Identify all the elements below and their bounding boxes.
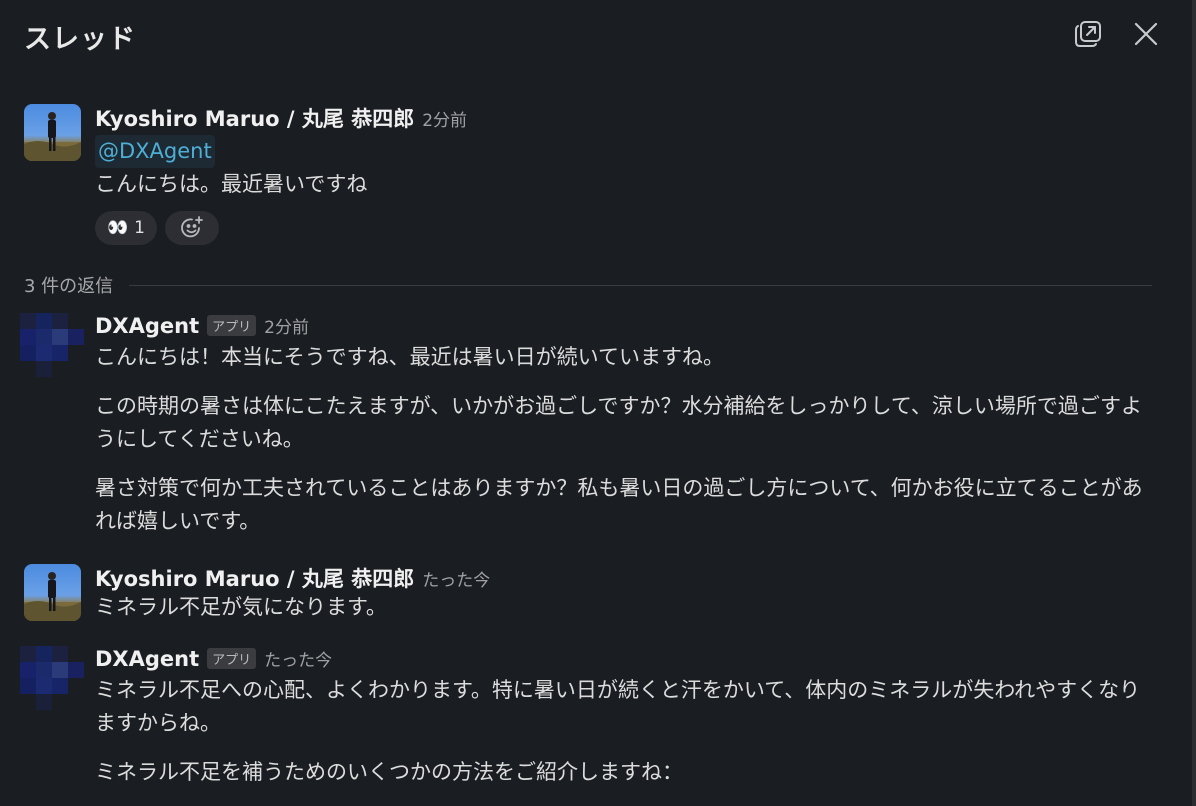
message-content: DXAgent アプリ たった今 ミネラル不足への心配、よくわかります。特に暑い…	[95, 646, 1152, 789]
avatar[interactable]	[24, 564, 81, 621]
mention-link[interactable]: @DXAgent	[95, 135, 215, 168]
eyes-emoji-icon: 👀	[107, 218, 129, 238]
thread-title: スレッド	[24, 24, 136, 55]
message-header: DXAgent アプリ 2分前	[95, 313, 1152, 341]
person-photo-icon	[24, 112, 81, 161]
timestamp[interactable]: 2分前	[422, 106, 467, 131]
timestamp[interactable]: 2分前	[264, 313, 309, 338]
reactions-bar: 👀 1	[95, 211, 1152, 245]
parent-message: Kyoshiro Maruo / 丸尾 恭四郎 2分前 @DXAgent こんに…	[0, 103, 1192, 253]
author-name[interactable]: Kyoshiro Maruo / 丸尾 恭四郎	[95, 103, 414, 133]
close-button[interactable]	[1128, 16, 1164, 52]
message-paragraph: ミネラル不足への心配、よくわかります。特に暑い日が続くと汗をかいて、体内のミネラ…	[95, 678, 1141, 735]
message-content: DXAgent アプリ 2分前 こんにちは！本当にそうですね、最近は暑い日が続い…	[95, 313, 1152, 538]
message-text: こんにちは。最近暑いですね	[95, 172, 368, 196]
message-header: DXAgent アプリ たった今	[95, 646, 1152, 674]
thread-header: スレッド	[0, 0, 1192, 68]
person-photo-icon	[24, 572, 81, 621]
thread-panel: スレッド Kyoshiro Maruo / 丸尾 恭四郎 2分前 @DXAgen…	[0, 0, 1196, 806]
author-name[interactable]: DXAgent	[95, 647, 199, 671]
reaction-eyes[interactable]: 👀 1	[95, 211, 157, 245]
divider-line	[129, 284, 1152, 286]
timestamp[interactable]: たった今	[422, 566, 490, 591]
replies-divider: 3 件の返信	[24, 272, 1152, 298]
pixelated-avatar-icon	[20, 313, 84, 377]
message-content: Kyoshiro Maruo / 丸尾 恭四郎 2分前 @DXAgent こんに…	[95, 103, 1152, 245]
replies-count-label: 3 件の返信	[24, 276, 114, 297]
close-icon	[1134, 22, 1158, 46]
message-text: ミネラル不足が気になります。	[95, 595, 387, 619]
message-paragraph: 暑さ対策で何か工夫されていることはありますか？私も暑い日の過ごし方について、何か…	[95, 476, 1143, 533]
message-paragraph: ミネラル不足を補うためのいくつかの方法をご紹介しますね：	[95, 760, 683, 784]
app-badge: アプリ	[207, 315, 257, 336]
add-emoji-icon	[181, 216, 203, 238]
popout-icon	[1075, 21, 1101, 47]
timestamp[interactable]: たった今	[264, 646, 332, 671]
author-name[interactable]: DXAgent	[95, 314, 199, 338]
message-paragraph: この時期の暑さは体にこたえますが、いかがお過ごしですか？水分補給をしっかりして、…	[95, 394, 1143, 451]
message-header: Kyoshiro Maruo / 丸尾 恭四郎 2分前	[95, 103, 1152, 131]
avatar[interactable]	[24, 104, 81, 161]
bot-avatar[interactable]	[20, 646, 84, 710]
author-name[interactable]: Kyoshiro Maruo / 丸尾 恭四郎	[95, 563, 414, 593]
reaction-count: 1	[134, 218, 145, 238]
add-reaction-button[interactable]	[165, 211, 219, 245]
open-in-window-button[interactable]	[1070, 16, 1106, 52]
app-badge: アプリ	[207, 648, 257, 669]
pixelated-avatar-icon	[20, 646, 84, 710]
bot-avatar[interactable]	[20, 313, 84, 377]
reply-message: Kyoshiro Maruo / 丸尾 恭四郎 たった今 ミネラル不足が気になり…	[0, 563, 1192, 629]
message-header: Kyoshiro Maruo / 丸尾 恭四郎 たった今	[95, 563, 1152, 591]
message-paragraph: こんにちは！本当にそうですね、最近は暑い日が続いていますね。	[95, 345, 724, 369]
reply-message: DXAgent アプリ 2分前 こんにちは！本当にそうですね、最近は暑い日が続い…	[0, 313, 1192, 543]
reply-message: DXAgent アプリ たった今 ミネラル不足への心配、よくわかります。特に暑い…	[0, 646, 1192, 806]
message-content: Kyoshiro Maruo / 丸尾 恭四郎 たった今 ミネラル不足が気になり…	[95, 563, 1152, 624]
